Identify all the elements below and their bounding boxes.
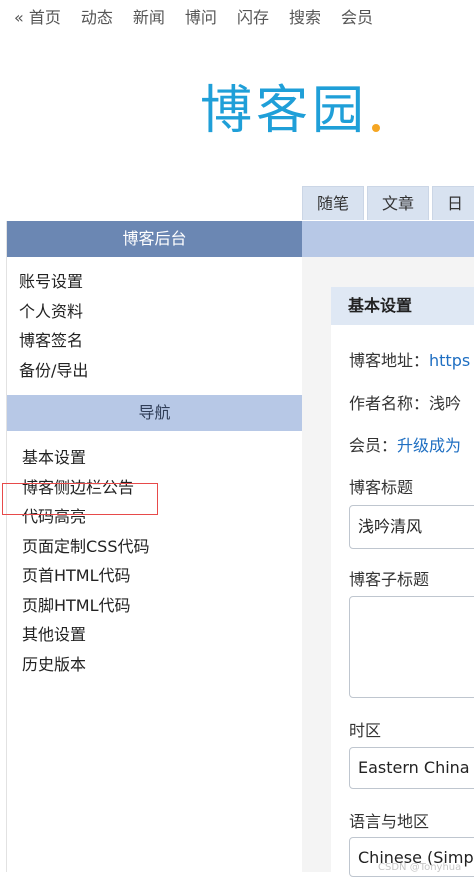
sidebar-item-basic-settings[interactable]: 基本设置 <box>22 443 302 473</box>
nav-links: 基本设置 博客侧边栏公告 代码高亮 页面定制CSS代码 页首HTML代码 页脚H… <box>7 431 302 679</box>
author-row: 作者名称：浅吟 <box>349 390 461 414</box>
blog-address-link[interactable]: https <box>429 351 470 370</box>
sidebar-item-profile[interactable]: 个人资料 <box>19 297 302 327</box>
timezone-label: 时区 <box>349 721 382 740</box>
account-links: 账号设置 个人资料 博客签名 备份/导出 <box>7 257 302 395</box>
watermark: CSDN @Tonyhua <box>378 862 462 873</box>
tab-articles[interactable]: 文章 <box>367 186 430 220</box>
highlight-box <box>2 483 158 515</box>
blog-address-label: 博客地址： <box>349 351 430 370</box>
member-label: 会员： <box>349 436 398 455</box>
tab-diary[interactable]: 日 <box>432 186 474 220</box>
subtitle-label: 博客子标题 <box>349 570 430 589</box>
nav-search-link[interactable]: 搜索 <box>289 4 321 28</box>
sidebar-item-custom-css[interactable]: 页面定制CSS代码 <box>22 532 302 562</box>
tab-posts[interactable]: 随笔 <box>302 186 365 220</box>
sidebar-item-signature[interactable]: 博客签名 <box>19 326 302 356</box>
nav-activity-link[interactable]: 动态 <box>81 4 113 28</box>
author-label: 作者名称： <box>349 394 430 413</box>
nav-news-link[interactable]: 新闻 <box>133 4 165 28</box>
blog-address-row: 博客地址：https <box>349 347 470 371</box>
member-row: 会员：升级成为 <box>349 432 461 456</box>
nav-member-link[interactable]: 会员 <box>341 4 373 28</box>
logo-dot <box>372 124 380 132</box>
member-upgrade-link[interactable]: 升级成为 <box>397 436 461 455</box>
nav-flash-link[interactable]: 闪存 <box>237 4 269 28</box>
blog-title-label: 博客标题 <box>349 478 414 497</box>
sidebar-item-other-settings[interactable]: 其他设置 <box>22 620 302 650</box>
sidebar-item-account-settings[interactable]: 账号设置 <box>19 267 302 297</box>
nav-qa-link[interactable]: 博问 <box>185 4 217 28</box>
sidebar-item-header-html[interactable]: 页首HTML代码 <box>22 561 302 591</box>
panel-title: 基本设置 <box>331 287 474 325</box>
nav-home-link[interactable]: « 首页 <box>14 4 61 28</box>
sidebar: 博客后台 账号设置 个人资料 博客签名 备份/导出 导航 基本设置 博客侧边栏公… <box>7 221 302 872</box>
logo-text: 博客园 <box>200 81 368 138</box>
sidebar-admin-title[interactable]: 博客后台 <box>7 221 302 257</box>
blog-title-input[interactable]: 浅吟清风 <box>349 505 474 549</box>
cnblogs-logo[interactable]: 博客园 <box>200 80 380 138</box>
sidebar-item-backup[interactable]: 备份/导出 <box>19 356 302 386</box>
top-navigation: « 首页 动态 新闻 博问 闪存 搜索 会员 <box>0 0 474 32</box>
author-value: 浅吟 <box>429 394 462 413</box>
sidebar-nav-title: 导航 <box>7 395 302 431</box>
locale-label: 语言与地区 <box>349 812 430 831</box>
sidebar-item-footer-html[interactable]: 页脚HTML代码 <box>22 591 302 621</box>
subtitle-textarea[interactable] <box>349 596 474 698</box>
timezone-select[interactable]: Eastern China <box>349 747 474 789</box>
sidebar-item-history[interactable]: 历史版本 <box>22 650 302 680</box>
main-header-strip <box>302 221 474 257</box>
content-tabs: 随笔 文章 日 <box>302 186 474 220</box>
basic-settings-panel: 基本设置 博客地址：https 作者名称：浅吟 会员：升级成为 博客标题 浅吟清… <box>331 287 474 877</box>
